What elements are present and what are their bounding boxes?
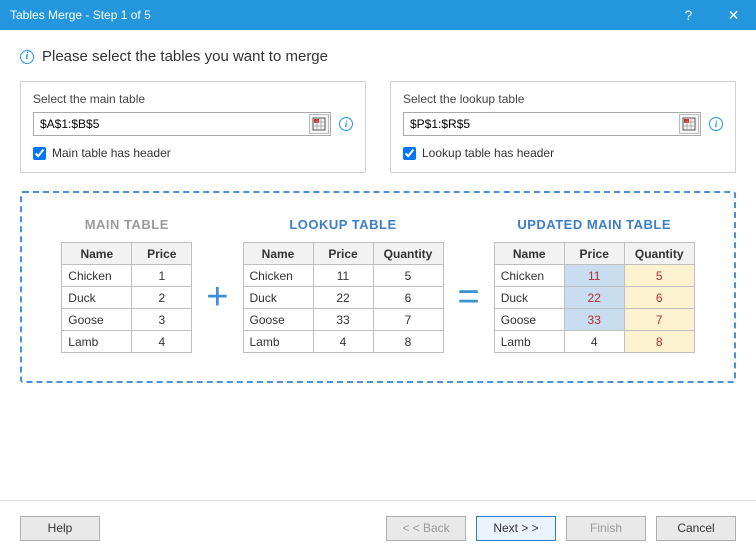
main-table-range-picker-button[interactable] bbox=[309, 114, 329, 134]
preview-updated-caption: UPDATED MAIN TABLE bbox=[494, 217, 695, 232]
cell: 5 bbox=[624, 265, 694, 287]
cell: Lamb bbox=[494, 331, 564, 353]
cell: Goose bbox=[243, 309, 313, 331]
preview-updated-table: UPDATED MAIN TABLE NamePriceQuantity Chi… bbox=[494, 217, 695, 353]
main-table-group: Select the main table i Mai bbox=[20, 81, 366, 173]
help-titlebar-button[interactable]: ? bbox=[666, 0, 711, 30]
footer: Help < < Back Next > > Finish Cancel bbox=[0, 500, 756, 555]
main-table-legend: Select the main table bbox=[33, 92, 353, 106]
cell: Chicken bbox=[62, 265, 132, 287]
lookup-table-legend: Select the lookup table bbox=[403, 92, 723, 106]
lookup-table-range-input[interactable] bbox=[403, 112, 701, 136]
cell: 7 bbox=[373, 309, 443, 331]
lookup-table-header-checkbox-label: Lookup table has header bbox=[422, 146, 554, 160]
selectors-row: Select the main table i Mai bbox=[20, 81, 736, 173]
window-title: Tables Merge - Step 1 of 5 bbox=[10, 8, 666, 22]
cell: 8 bbox=[624, 331, 694, 353]
cell: 2 bbox=[132, 287, 192, 309]
equals-icon: = bbox=[444, 252, 494, 319]
cell: 5 bbox=[373, 265, 443, 287]
dialog-body: i Please select the tables you want to m… bbox=[0, 30, 756, 500]
main-table-range-input[interactable] bbox=[33, 112, 331, 136]
cell: Duck bbox=[494, 287, 564, 309]
col-header: Price bbox=[564, 243, 624, 265]
cell: Goose bbox=[494, 309, 564, 331]
preview-panel: MAIN TABLE NamePrice Chicken1 Duck2 Goos… bbox=[20, 191, 736, 383]
cell: 3 bbox=[132, 309, 192, 331]
col-header: Quantity bbox=[373, 243, 443, 265]
cell: Duck bbox=[62, 287, 132, 309]
lookup-table-group: Select the lookup table i L bbox=[390, 81, 736, 173]
cell: 22 bbox=[313, 287, 373, 309]
cell: 33 bbox=[313, 309, 373, 331]
info-icon: i bbox=[20, 50, 34, 64]
cell: Goose bbox=[62, 309, 132, 331]
help-button[interactable]: Help bbox=[20, 516, 100, 541]
lookup-table-range-picker-button[interactable] bbox=[679, 114, 699, 134]
cell: 6 bbox=[373, 287, 443, 309]
cell: 6 bbox=[624, 287, 694, 309]
cell: 4 bbox=[564, 331, 624, 353]
cell: Lamb bbox=[243, 331, 313, 353]
cancel-button[interactable]: Cancel bbox=[656, 516, 736, 541]
cell: 11 bbox=[564, 265, 624, 287]
titlebar: Tables Merge - Step 1 of 5 ? ✕ bbox=[0, 0, 756, 30]
preview-lookup-grid: NamePriceQuantity Chicken115 Duck226 Goo… bbox=[243, 242, 444, 353]
instruction-text: Please select the tables you want to mer… bbox=[42, 48, 328, 65]
back-button: < < Back bbox=[386, 516, 466, 541]
main-table-header-checkbox-row[interactable]: Main table has header bbox=[33, 146, 353, 160]
cell: 22 bbox=[564, 287, 624, 309]
instruction-row: i Please select the tables you want to m… bbox=[20, 48, 736, 65]
cell: 1 bbox=[132, 265, 192, 287]
col-header: Price bbox=[132, 243, 192, 265]
main-table-header-checkbox-label: Main table has header bbox=[52, 146, 171, 160]
col-header: Price bbox=[313, 243, 373, 265]
cell: Chicken bbox=[494, 265, 564, 287]
cell: 4 bbox=[132, 331, 192, 353]
preview-main-grid: NamePrice Chicken1 Duck2 Goose3 Lamb4 bbox=[61, 242, 192, 353]
close-button[interactable]: ✕ bbox=[711, 0, 756, 30]
col-header: Name bbox=[243, 243, 313, 265]
cell: 11 bbox=[313, 265, 373, 287]
main-table-header-checkbox[interactable] bbox=[33, 147, 46, 160]
cell: 7 bbox=[624, 309, 694, 331]
cell: 4 bbox=[313, 331, 373, 353]
range-picker-icon bbox=[312, 117, 326, 131]
preview-lookup-caption: LOOKUP TABLE bbox=[243, 217, 444, 232]
finish-button: Finish bbox=[566, 516, 646, 541]
lookup-table-header-checkbox-row[interactable]: Lookup table has header bbox=[403, 146, 723, 160]
col-header: Name bbox=[62, 243, 132, 265]
preview-main-table: MAIN TABLE NamePrice Chicken1 Duck2 Goos… bbox=[61, 217, 192, 353]
cell: 8 bbox=[373, 331, 443, 353]
cell: Lamb bbox=[62, 331, 132, 353]
col-header: Quantity bbox=[624, 243, 694, 265]
lookup-table-header-checkbox[interactable] bbox=[403, 147, 416, 160]
cell: 33 bbox=[564, 309, 624, 331]
preview-lookup-table: LOOKUP TABLE NamePriceQuantity Chicken11… bbox=[243, 217, 444, 353]
main-table-input-row: i bbox=[33, 112, 353, 136]
preview-main-caption: MAIN TABLE bbox=[61, 217, 192, 232]
lookup-table-input-row: i bbox=[403, 112, 723, 136]
next-button[interactable]: Next > > bbox=[476, 516, 556, 541]
preview-updated-grid: NamePriceQuantity Chicken115 Duck226 Goo… bbox=[494, 242, 695, 353]
cell: Chicken bbox=[243, 265, 313, 287]
cell: Duck bbox=[243, 287, 313, 309]
info-icon[interactable]: i bbox=[339, 117, 353, 131]
plus-icon: + bbox=[192, 252, 242, 319]
info-icon[interactable]: i bbox=[709, 117, 723, 131]
range-picker-icon bbox=[682, 117, 696, 131]
col-header: Name bbox=[494, 243, 564, 265]
